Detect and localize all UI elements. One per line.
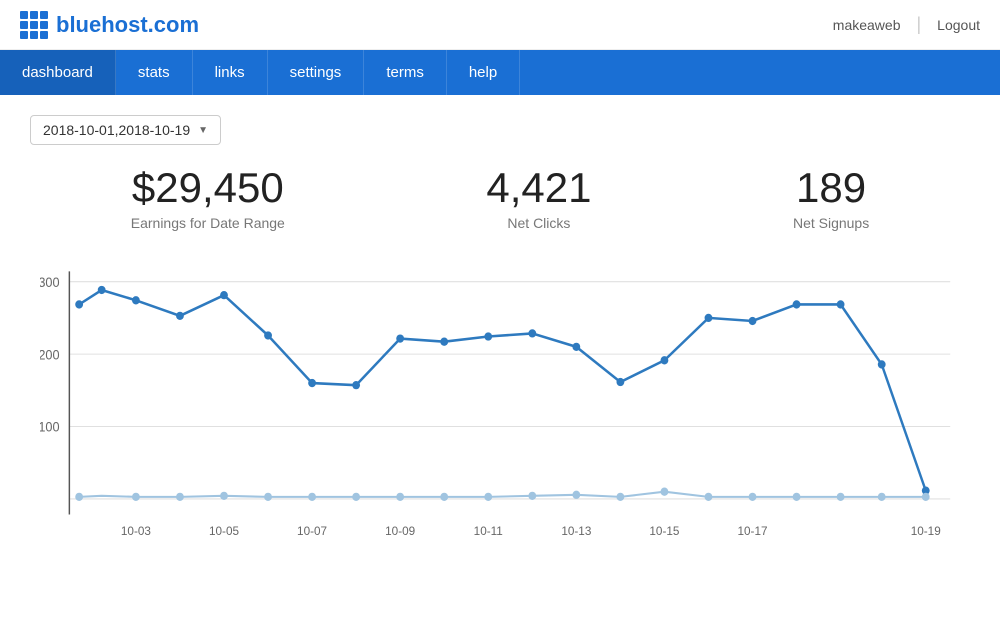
chart-dot [616,378,624,386]
svg-text:10-11: 10-11 [474,524,503,538]
svg-text:10-19: 10-19 [911,524,941,538]
chart-dot-secondary [484,493,492,501]
chart-dot-secondary [440,493,448,501]
username-label: makeaweb [833,17,901,33]
chart-dot [440,338,448,346]
nav-item-dashboard[interactable]: dashboard [0,50,116,95]
svg-text:200: 200 [40,347,60,362]
chart-dot-secondary [616,493,624,501]
chart-dot-secondary [528,492,536,500]
chevron-down-icon: ▼ [198,125,208,136]
nav-item-settings[interactable]: settings [268,50,365,95]
top-header: bluehost.com makeaweb | Logout [0,0,1000,50]
main-content: 2018-10-01,2018-10-19 ▼ $29,450 Earnings… [0,95,1000,581]
chart-dot [75,300,83,308]
logout-button[interactable]: Logout [937,17,980,33]
chart-dot-secondary [572,491,580,499]
chart-dot [220,291,228,299]
chart-dot-secondary [352,493,360,501]
chart-dot-secondary [308,493,316,501]
chart-dot [528,329,536,337]
logo-grid-icon [20,11,48,39]
signups-stat: 189 Net Signups [793,165,869,231]
chart-dot [308,379,316,387]
chart-dot [98,286,106,294]
chart-dot [484,333,492,341]
chart-area: 300 200 100 10-03 10-05 10-07 10-09 10-1… [40,261,960,561]
header-right: makeaweb | Logout [833,14,980,35]
chart-dot-secondary [220,492,228,500]
nav-item-help[interactable]: help [447,50,520,95]
chart-dot-secondary [837,493,845,501]
chart-dot-secondary [705,493,713,501]
logo-text: bluehost.com [56,12,199,38]
nav-item-terms[interactable]: terms [364,50,447,95]
chart-dot [176,312,184,320]
clicks-label: Net Clicks [486,215,591,231]
svg-text:10-15: 10-15 [649,524,679,538]
logo-area: bluehost.com [20,11,199,39]
clicks-stat: 4,421 Net Clicks [486,165,591,231]
chart-dot-secondary [176,493,184,501]
chart-dot [837,300,845,308]
chart-dot [749,317,757,325]
clicks-value: 4,421 [486,165,591,211]
chart-dot [661,356,669,364]
chart-dot-secondary [793,493,801,501]
chart-dot [396,335,404,343]
chart-dot-secondary [132,493,140,501]
signups-label: Net Signups [793,215,869,231]
date-range-value: 2018-10-01,2018-10-19 [43,122,190,138]
earnings-stat: $29,450 Earnings for Date Range [131,165,285,231]
svg-text:10-07: 10-07 [297,524,327,538]
svg-text:10-05: 10-05 [209,524,239,538]
earnings-value: $29,450 [131,165,285,211]
nav-bar: dashboard stats links settings terms hel… [0,50,1000,95]
chart-dot [878,360,886,368]
chart-dot [572,343,580,351]
line-chart: 300 200 100 10-03 10-05 10-07 10-09 10-1… [40,261,960,561]
chart-dot-secondary [749,493,757,501]
earnings-label: Earnings for Date Range [131,215,285,231]
chart-dot [132,296,140,304]
nav-item-stats[interactable]: stats [116,50,193,95]
nav-item-links[interactable]: links [193,50,268,95]
svg-text:100: 100 [40,420,60,435]
chart-dot [793,300,801,308]
chart-dot-secondary [922,493,930,501]
primary-chart-line [79,290,926,491]
chart-dot-secondary [661,488,669,496]
svg-text:10-17: 10-17 [737,524,767,538]
svg-text:10-09: 10-09 [385,524,415,538]
svg-text:10-03: 10-03 [121,524,151,538]
stats-row: $29,450 Earnings for Date Range 4,421 Ne… [30,165,970,231]
chart-dot-secondary [264,493,272,501]
svg-text:10-13: 10-13 [561,524,591,538]
date-range-picker[interactable]: 2018-10-01,2018-10-19 ▼ [30,115,221,145]
chart-dot [705,314,713,322]
chart-dot-secondary [75,493,83,501]
header-divider: | [916,14,921,35]
signups-value: 189 [793,165,869,211]
svg-text:300: 300 [40,275,60,290]
chart-dot-secondary [878,493,886,501]
chart-dot-secondary [396,493,404,501]
chart-dot [264,332,272,340]
chart-dot [352,381,360,389]
